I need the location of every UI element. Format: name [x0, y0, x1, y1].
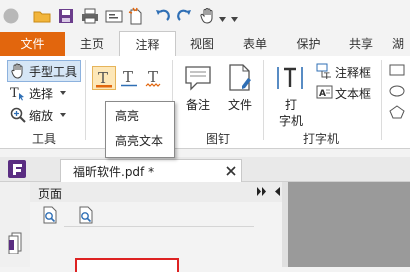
collapse-panel-icon[interactable] [273, 187, 280, 196]
expand-panel-icon[interactable] [257, 187, 267, 196]
app-logo-icon[interactable] [2, 7, 20, 25]
zoom-button[interactable]: 缩放 [8, 105, 78, 125]
navigation-sidebar [0, 182, 31, 267]
text-box-label: 文本框 [335, 87, 372, 101]
tab-protect[interactable]: 保护 [281, 32, 336, 56]
zoom-label: 缩放 [29, 109, 54, 123]
open-folder-icon[interactable] [33, 7, 51, 25]
undo-icon[interactable] [153, 7, 171, 25]
tab-home[interactable]: 主页 [65, 32, 119, 56]
tab-file[interactable]: 文件 [0, 32, 65, 56]
typewriter-label-line1: 打 [285, 98, 298, 112]
reduce-thumbnail-icon[interactable] [77, 206, 95, 224]
page-thumbnail[interactable] [75, 258, 179, 272]
oval-icon[interactable] [389, 85, 405, 97]
svg-text:T: T [123, 68, 133, 86]
menu-item-highlight[interactable]: 高亮 [115, 107, 139, 124]
comment-box-label: 注释框 [335, 66, 372, 80]
underline-text-icon: T [121, 68, 137, 87]
polygon-icon[interactable] [389, 105, 405, 119]
email-icon[interactable] [105, 7, 123, 25]
ribbon-tab-bar: 文件 主页 注释 视图 表单 保护 共享 湖 [0, 31, 410, 57]
note-icon [185, 66, 211, 91]
new-document-icon[interactable] [127, 7, 145, 25]
squiggly-tool-button[interactable]: T [143, 66, 165, 88]
group-label-tools: 工具 [32, 132, 57, 146]
comment-box-button[interactable]: T 注释框 [315, 62, 377, 82]
zoom-icon [10, 107, 26, 123]
group-separator [263, 60, 264, 140]
svg-text:T: T [10, 86, 19, 101]
group-label-pin: 图钉 [206, 132, 231, 146]
select-dropdown-icon [60, 91, 66, 95]
note-button[interactable]: 备注 [180, 62, 216, 118]
pages-panel-title: 页面 [38, 187, 63, 201]
document-tab[interactable]: 福昕软件.pdf * [60, 159, 242, 182]
page-thumbnails-icon[interactable] [8, 232, 24, 254]
highlight-text-icon: T [96, 69, 112, 88]
tab-view[interactable]: 视图 [175, 32, 229, 56]
group-label-typewriter: 打字机 [303, 132, 340, 146]
svg-text:T: T [148, 68, 158, 86]
comment-box-icon: T [316, 63, 331, 80]
quick-access-toolbar [0, 0, 410, 32]
underline-tool-button[interactable]: T [118, 66, 140, 88]
tab-comment[interactable]: 注释 [119, 31, 176, 57]
hand-tool-button[interactable]: 手型工具 [7, 60, 81, 82]
redo-icon[interactable] [176, 7, 194, 25]
highlight-tool-button[interactable]: T [92, 66, 116, 90]
select-button[interactable]: T 选择 [8, 83, 78, 103]
select-text-icon: T [10, 86, 24, 101]
pages-panel: 页面 [30, 182, 285, 267]
customize-qat-icon[interactable] [231, 12, 238, 26]
tab-form[interactable]: 表单 [229, 32, 281, 56]
hand-icon [11, 63, 23, 79]
svg-text:T: T [98, 69, 108, 87]
svg-text:T: T [323, 72, 330, 80]
rectangle-icon[interactable] [389, 64, 405, 76]
save-icon[interactable] [57, 7, 75, 25]
group-separator [85, 60, 86, 140]
hand-tool-qat-icon[interactable] [199, 7, 217, 25]
select-label: 选择 [29, 87, 54, 101]
ribbon-panel: 手型工具 T 选择 缩放 工具 T T T 备注 文件 图钉 打 字机 T 注释… [0, 56, 410, 149]
pages-panel-header: 页面 [30, 182, 285, 203]
text-box-button[interactable]: A 文本框 [315, 83, 377, 103]
close-tab-icon[interactable] [226, 166, 236, 176]
menu-item-highlight-text[interactable]: 高亮文本 [115, 132, 163, 149]
squiggly-text-icon: T [145, 68, 161, 87]
typewriter-icon [277, 67, 303, 89]
document-view[interactable] [288, 182, 410, 267]
file-attachment-icon [229, 64, 251, 91]
typewriter-label-line2: 字机 [279, 114, 304, 128]
note-label: 备注 [186, 98, 211, 112]
document-tab-title: 福昕软件.pdf * [73, 165, 155, 179]
qat-dropdown-icon[interactable] [219, 12, 226, 26]
highlight-dropdown-menu: 高亮 高亮文本 [105, 101, 175, 158]
file-attachment-button[interactable]: 文件 [222, 62, 258, 118]
file-label: 文件 [228, 98, 253, 112]
tab-share[interactable]: 共享 [336, 32, 386, 56]
text-box-icon: A [316, 85, 333, 99]
svg-text:A: A [319, 89, 326, 99]
foxit-logo-icon [7, 159, 27, 179]
group-separator [381, 60, 382, 140]
enlarge-thumbnail-icon[interactable] [41, 206, 59, 224]
zoom-dropdown-icon [60, 113, 66, 117]
document-tab-bar: 福昕软件.pdf * [0, 157, 410, 182]
typewriter-button[interactable]: 打 字机 [272, 62, 310, 128]
tab-more[interactable]: 湖 [392, 32, 410, 56]
hand-tool-label: 手型工具 [29, 65, 78, 79]
thumbnail-divider [64, 226, 254, 227]
print-icon[interactable] [81, 7, 99, 25]
